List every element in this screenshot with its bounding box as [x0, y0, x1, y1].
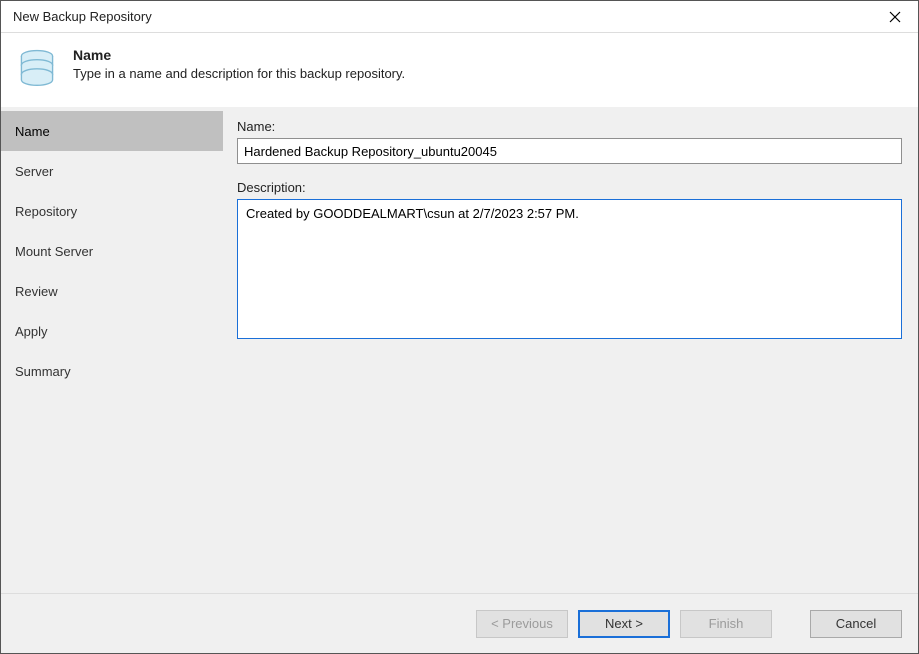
wizard-header: Name Type in a name and description for …: [1, 33, 918, 107]
sidebar-item-label: Server: [15, 164, 53, 179]
sidebar-item-name[interactable]: Name: [1, 111, 223, 151]
wizard-body: Name Server Repository Mount Server Revi…: [1, 107, 918, 593]
description-textarea[interactable]: [237, 199, 902, 339]
sidebar-item-label: Mount Server: [15, 244, 93, 259]
sidebar-item-mount-server[interactable]: Mount Server: [1, 231, 223, 271]
wizard-content: Name: Description:: [223, 107, 918, 593]
name-label: Name:: [237, 119, 902, 134]
close-button[interactable]: [872, 1, 918, 33]
sidebar-item-server[interactable]: Server: [1, 151, 223, 191]
titlebar: New Backup Repository: [1, 1, 918, 33]
repository-icon: [15, 45, 59, 89]
close-icon: [889, 11, 901, 23]
sidebar-item-repository[interactable]: Repository: [1, 191, 223, 231]
wizard-footer: < Previous Next > Finish Cancel: [1, 593, 918, 653]
sidebar-item-summary[interactable]: Summary: [1, 351, 223, 391]
wizard-sidebar: Name Server Repository Mount Server Revi…: [1, 107, 223, 593]
window-title: New Backup Repository: [13, 9, 152, 24]
header-text: Name Type in a name and description for …: [73, 45, 405, 84]
sidebar-item-label: Name: [15, 124, 50, 139]
finish-button: Finish: [680, 610, 772, 638]
previous-button: < Previous: [476, 610, 568, 638]
next-button[interactable]: Next >: [578, 610, 670, 638]
sidebar-item-review[interactable]: Review: [1, 271, 223, 311]
page-title: Name: [73, 45, 405, 65]
description-label: Description:: [237, 180, 902, 195]
sidebar-item-label: Repository: [15, 204, 77, 219]
name-input[interactable]: [237, 138, 902, 164]
sidebar-item-label: Apply: [15, 324, 48, 339]
cancel-button[interactable]: Cancel: [810, 610, 902, 638]
sidebar-item-label: Review: [15, 284, 58, 299]
sidebar-item-label: Summary: [15, 364, 71, 379]
sidebar-item-apply[interactable]: Apply: [1, 311, 223, 351]
page-subtitle: Type in a name and description for this …: [73, 65, 405, 84]
wizard-window: New Backup Repository Name Type in a nam…: [0, 0, 919, 654]
